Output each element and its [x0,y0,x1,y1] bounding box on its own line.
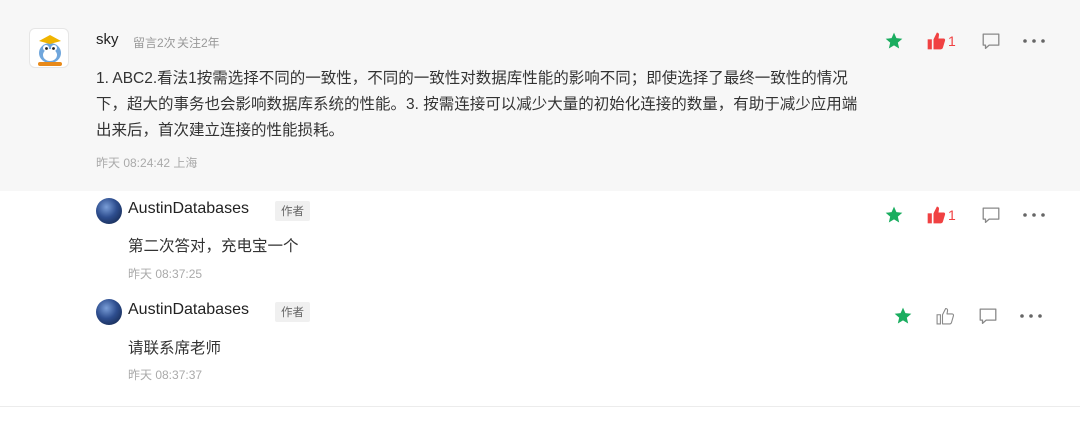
like-button[interactable] [935,306,957,326]
like-button[interactable]: 1 [926,205,956,225]
star-button[interactable] [882,205,906,225]
thumbs-up-icon [927,206,946,224]
more-button[interactable] [1019,312,1043,320]
like-count: 1 [948,33,956,49]
reply-timestamp: 昨天 08:37:25 [128,267,203,281]
like-button[interactable]: 1 [926,31,956,51]
more-dots-icon [1022,39,1045,43]
comment-username[interactable]: sky [96,31,119,48]
reply-timestamp: 昨天 08:37:37 [128,368,203,382]
comment-icon [982,207,1000,223]
message-count: 留言2次 [133,36,176,50]
like-count: 1 [948,207,956,223]
avatar-illustration-icon [38,35,62,66]
thumbs-up-icon [936,307,955,325]
star-icon [894,307,912,324]
comment-timestamp: 昨天 08:24:42 上海 [96,156,198,170]
star-icon [885,206,903,223]
more-button[interactable] [1022,211,1046,219]
reply-button[interactable] [977,305,999,327]
star-button[interactable] [891,306,915,326]
reply-avatar[interactable] [96,299,122,325]
divider [0,406,1080,407]
more-dots-icon [1020,314,1042,318]
reply-button[interactable] [980,204,1002,226]
follow-duration: 关注2年 [177,36,220,50]
reply-username[interactable]: AustinDatabases [128,200,249,218]
star-button[interactable] [882,31,906,51]
star-icon [885,32,903,49]
comment-actions: 1 [882,30,1046,52]
reply-actions [891,305,1043,327]
comment-icon [982,33,1000,49]
comment-icon [979,308,997,324]
reply-text: 第二次答对，充电宝一个 [128,238,299,255]
more-button[interactable] [1022,37,1046,45]
author-badge: 作者 [275,201,310,221]
reply-button[interactable] [980,30,1002,52]
avatar[interactable] [29,28,69,68]
comment-body: 1. ABC2.看法1按需选择不同的一致性，不同的一致性对数据库性能的影响不同；… [96,70,858,139]
more-dots-icon [1022,213,1045,217]
reply-avatar[interactable] [96,198,122,224]
reply-text: 请联系席老师 [128,340,222,357]
reply-actions: 1 [882,204,1046,226]
thumbs-up-icon [927,32,946,50]
reply-username[interactable]: AustinDatabases [128,301,249,319]
author-badge: 作者 [275,302,310,322]
